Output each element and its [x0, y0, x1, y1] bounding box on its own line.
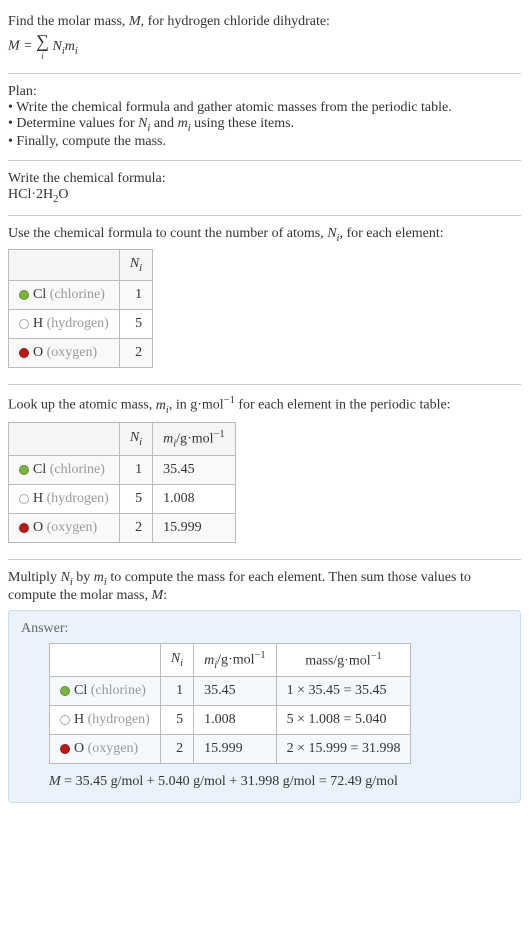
mass-heading: Look up the atomic mass, mi, in g·mol−1 … — [8, 395, 521, 415]
final-equation: M = 35.45 g/mol + 5.040 g/mol + 31.998 g… — [49, 774, 508, 790]
plan-bullet-3: • Finally, compute the mass. — [8, 134, 521, 150]
mass-calc: 1 × 35.45 = 35.45 — [276, 677, 411, 706]
element-dot-icon — [60, 744, 70, 754]
count-value: 1 — [119, 281, 152, 310]
header-mi: mi/g·mol−1 — [194, 643, 277, 676]
mass-value: 1.008 — [194, 706, 277, 735]
plan-bullet-2: • Determine values for Ni and mi using t… — [8, 116, 521, 134]
element-dot-icon — [19, 494, 29, 504]
chemical-formula-section: Write the chemical formula: HCl·2H2O — [8, 165, 521, 211]
table-row: H (hydrogen) 5 1.008 — [9, 485, 236, 514]
table-header-row: Ni mi/g·mol−1 mass/g·mol−1 — [50, 643, 411, 676]
element-cell: H (hydrogen) — [50, 706, 161, 735]
count-value: 5 — [119, 310, 152, 339]
table-row: Cl (chlorine) 1 35.45 — [9, 456, 236, 485]
answer-box: Answer: Ni mi/g·mol−1 mass/g·mol−1 Cl (c… — [8, 610, 521, 803]
header-Ni: Ni — [160, 643, 193, 676]
empty-header — [50, 643, 161, 676]
table-row: O (oxygen) 2 15.999 — [9, 514, 236, 543]
count-value: 5 — [119, 485, 152, 514]
element-dot-icon — [19, 290, 29, 300]
table-row: O (oxygen) 2 15.999 2 × 15.999 = 31.998 — [50, 735, 411, 764]
element-dot-icon — [19, 319, 29, 329]
molar-mass-formula: M = ∑i Nimi — [8, 30, 521, 63]
atomic-mass-section: Look up the atomic mass, mi, in g·mol−1 … — [8, 389, 521, 555]
element-cell: O (oxygen) — [9, 339, 120, 368]
mass-calc: 2 × 15.999 = 31.998 — [276, 735, 411, 764]
chem-formula: HCl·2H2O — [8, 187, 521, 205]
mass-value: 35.45 — [194, 677, 277, 706]
answer-label: Answer: — [21, 621, 508, 637]
table-row: H (hydrogen) 5 1.008 5 × 1.008 = 5.040 — [50, 706, 411, 735]
sigma-sub: i — [36, 52, 49, 61]
element-cell: H (hydrogen) — [9, 485, 120, 514]
formula-equals: = — [20, 39, 36, 54]
divider — [8, 384, 521, 385]
count-value: 2 — [160, 735, 193, 764]
answer-table: Ni mi/g·mol−1 mass/g·mol−1 Cl (chlorine)… — [49, 643, 411, 764]
chem-heading: Write the chemical formula: — [8, 171, 521, 187]
header-Ni: Ni — [119, 422, 152, 455]
element-cell: Cl (chlorine) — [9, 281, 120, 310]
mass-value: 1.008 — [153, 485, 236, 514]
table-header-row: Ni mi/g·mol−1 — [9, 422, 236, 455]
header-Ni: Ni — [119, 250, 152, 281]
divider — [8, 559, 521, 560]
element-dot-icon — [60, 715, 70, 725]
table-row: H (hydrogen) 5 — [9, 310, 153, 339]
count-heading: Use the chemical formula to count the nu… — [8, 226, 521, 244]
count-value: 5 — [160, 706, 193, 735]
header-mi: mi/g·mol−1 — [153, 422, 236, 455]
divider — [8, 215, 521, 216]
formula-mi: mi — [65, 39, 78, 54]
intro-text-1: Find the molar mass, — [8, 14, 129, 29]
count-value: 2 — [119, 339, 152, 368]
divider — [8, 160, 521, 161]
mass-calc: 5 × 1.008 = 5.040 — [276, 706, 411, 735]
multiply-text: Multiply Ni by mi to compute the mass fo… — [8, 570, 521, 604]
formula-M: M — [8, 39, 20, 54]
element-dot-icon — [19, 348, 29, 358]
count-table: Ni Cl (chlorine) 1 H (hydrogen) 5 O (oxy… — [8, 249, 153, 368]
divider — [8, 73, 521, 74]
count-value: 2 — [119, 514, 152, 543]
element-cell: O (oxygen) — [50, 735, 161, 764]
table-row: Cl (chlorine) 1 — [9, 281, 153, 310]
element-cell: Cl (chlorine) — [9, 456, 120, 485]
plan-section: Plan: • Write the chemical formula and g… — [8, 78, 521, 156]
element-dot-icon — [19, 465, 29, 475]
table-header-row: Ni — [9, 250, 153, 281]
plan-bullet-1: • Write the chemical formula and gather … — [8, 100, 521, 116]
element-cell: Cl (chlorine) — [50, 677, 161, 706]
mass-value: 35.45 — [153, 456, 236, 485]
element-cell: H (hydrogen) — [9, 310, 120, 339]
count-value: 1 — [160, 677, 193, 706]
element-cell: O (oxygen) — [9, 514, 120, 543]
intro-section: Find the molar mass, M, for hydrogen chl… — [8, 8, 521, 69]
element-dot-icon — [19, 523, 29, 533]
formula-Ni: Ni — [52, 39, 64, 54]
sigma-icon: ∑ — [36, 31, 49, 51]
mass-value: 15.999 — [153, 514, 236, 543]
intro-var-M: M — [129, 14, 141, 29]
empty-header — [9, 422, 120, 455]
element-dot-icon — [60, 686, 70, 696]
intro-text-2: , for hydrogen chloride dihydrate: — [141, 14, 330, 29]
empty-header — [9, 250, 120, 281]
count-value: 1 — [119, 456, 152, 485]
mass-table: Ni mi/g·mol−1 Cl (chlorine) 1 35.45 H (h… — [8, 422, 236, 543]
mass-value: 15.999 — [194, 735, 277, 764]
intro-line: Find the molar mass, M, for hydrogen chl… — [8, 14, 521, 30]
header-mass: mass/g·mol−1 — [276, 643, 411, 676]
atom-count-section: Use the chemical formula to count the nu… — [8, 220, 521, 381]
table-row: O (oxygen) 2 — [9, 339, 153, 368]
table-row: Cl (chlorine) 1 35.45 1 × 35.45 = 35.45 — [50, 677, 411, 706]
multiply-section: Multiply Ni by mi to compute the mass fo… — [8, 564, 521, 809]
sigma-symbol: ∑i — [36, 32, 49, 61]
plan-heading: Plan: — [8, 84, 521, 100]
